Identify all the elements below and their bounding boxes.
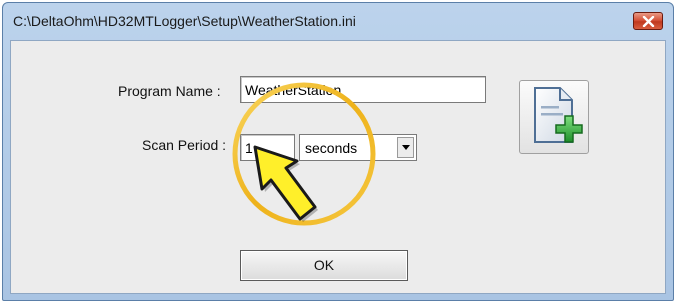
new-file-add-icon — [534, 87, 583, 143]
new-file-button[interactable] — [519, 80, 589, 154]
scan-period-input[interactable]: 1 — [240, 134, 295, 161]
dialog-body: Program Name : WeatherStation Scan Perio… — [10, 40, 666, 294]
ok-button[interactable]: OK — [240, 250, 408, 281]
title-bar[interactable]: C:\DeltaOhm\HD32MTLogger\Setup\WeatherSt… — [3, 3, 673, 39]
program-name-input[interactable]: WeatherStation — [240, 76, 486, 103]
program-name-label: Program Name : — [118, 83, 221, 99]
close-button[interactable] — [633, 12, 663, 30]
chevron-down-icon — [402, 145, 410, 150]
window-title: C:\DeltaOhm\HD32MTLogger\Setup\WeatherSt… — [13, 13, 356, 29]
close-icon — [642, 16, 655, 27]
dialog-window: C:\DeltaOhm\HD32MTLogger\Setup\WeatherSt… — [2, 2, 674, 301]
scan-period-label: Scan Period : — [142, 137, 227, 153]
dropdown-button[interactable] — [397, 137, 414, 158]
scan-period-unit-select[interactable]: seconds — [299, 134, 417, 161]
scan-period-unit-value: seconds — [305, 140, 358, 156]
